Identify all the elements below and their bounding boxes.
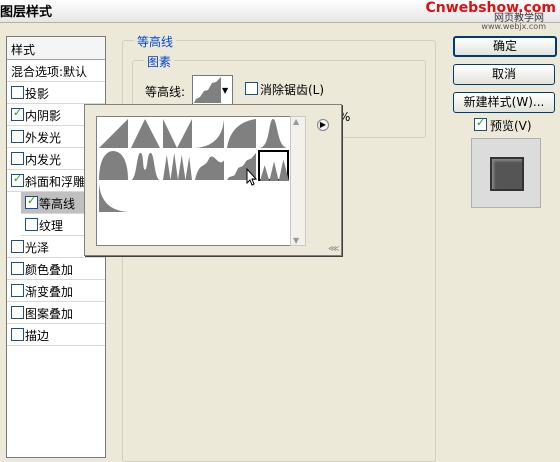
contour-preset-ring-double[interactable]: [162, 150, 193, 181]
style-checkbox[interactable]: [11, 172, 24, 187]
style-checkbox[interactable]: [11, 262, 24, 275]
contour-preset-half-round[interactable]: [98, 150, 129, 181]
style-list-item[interactable]: 投影: [7, 82, 105, 104]
style-list-item[interactable]: 描边: [7, 324, 105, 346]
style-list-item[interactable]: 渐变叠加: [7, 280, 105, 302]
contour-preset-cove-deep[interactable]: [194, 118, 225, 149]
contour-preset-ring[interactable]: [130, 150, 161, 181]
contour-cone-icon: [131, 119, 160, 148]
contour-preset-grid: [96, 116, 292, 246]
style-list-item[interactable]: 颜色叠加: [7, 258, 105, 280]
preview-checkbox[interactable]: [474, 116, 487, 131]
contour-preset-gaussian[interactable]: [258, 118, 289, 149]
style-list-item[interactable]: 混合选项:默认: [7, 60, 105, 82]
contour-preset-sawtooth[interactable]: [258, 150, 289, 181]
preset-scrollbar[interactable]: ▲ ▼: [290, 116, 306, 246]
title-bar: 图层样式 Cnwebshow.com: [0, 0, 560, 23]
style-list-item-label: 等高线: [39, 197, 76, 211]
style-list-item-label: 内阴影: [25, 109, 62, 123]
cancel-button[interactable]: 取消: [453, 64, 555, 85]
contour-preset-cone[interactable]: [130, 118, 161, 149]
contour-ring-double-icon: [163, 152, 192, 180]
style-checkbox[interactable]: [11, 240, 24, 253]
contour-ring-icon: [131, 152, 160, 180]
contour-cove-shallow-icon: [227, 119, 256, 148]
contour-cove-deep-icon: [195, 119, 224, 148]
resize-grip-icon[interactable]: ⋘: [328, 244, 339, 253]
style-list-item-label: 描边: [25, 329, 50, 343]
style-checkbox[interactable]: [11, 130, 24, 143]
style-list-item-label: 混合选项:默认: [11, 65, 88, 79]
style-list-item-label: 颜色叠加: [25, 263, 74, 277]
new-style-button[interactable]: 新建样式(W)...: [453, 92, 555, 113]
contour-preset-cone-inverted[interactable]: [162, 118, 193, 149]
contour-rolling-slope-icon: [195, 156, 224, 180]
contour-preset-rolling-slope[interactable]: [194, 150, 225, 181]
style-checkbox[interactable]: [11, 86, 24, 99]
style-list-item-label: 斜面和浮雕: [25, 175, 86, 189]
style-checkbox[interactable]: [11, 328, 24, 341]
contour-preset-cove-inverted[interactable]: [98, 182, 129, 213]
contour-preset-linear[interactable]: [98, 118, 129, 149]
scroll-up-icon[interactable]: ▲: [293, 117, 299, 126]
style-list-item-label: 外发光: [25, 131, 62, 145]
elements-subgroup-title: 图素: [144, 53, 175, 70]
contour-cone-inverted-icon: [163, 119, 192, 148]
ok-button[interactable]: 确定: [453, 36, 557, 57]
window-title: 图层样式: [0, 5, 53, 20]
popup-menu-arrow-icon[interactable]: ▶: [317, 119, 329, 131]
scroll-down-icon[interactable]: ▼: [293, 236, 299, 245]
contour-half-round-icon: [99, 151, 128, 180]
contour-label: 等高线:: [145, 85, 186, 99]
style-list-item-label: 图案叠加: [25, 307, 74, 321]
contour-cove-inverted-icon: [99, 183, 128, 212]
style-list-item-label: 光泽: [25, 241, 50, 255]
style-checkbox[interactable]: [11, 284, 24, 297]
contour-gaussian-icon: [259, 119, 288, 148]
style-checkbox[interactable]: [11, 152, 24, 165]
style-list-item[interactable]: 图案叠加: [7, 302, 105, 324]
style-list-item-label: 投影: [25, 87, 50, 101]
contour-preset-cove-shallow[interactable]: [226, 118, 257, 149]
contour-linear-icon: [99, 119, 128, 148]
anti-alias-label: 消除锯齿(L): [260, 83, 325, 97]
style-list-item-label: 渐变叠加: [25, 285, 74, 299]
current-contour-icon: [194, 77, 221, 103]
style-list-item-label: 内发光: [25, 153, 62, 167]
style-checkbox[interactable]: [11, 106, 24, 121]
style-preview-thumbnail: [471, 138, 541, 208]
style-checkbox[interactable]: [25, 218, 38, 231]
style-list-header: 样式: [7, 37, 105, 60]
watermark-url: www.webjx.com: [481, 22, 546, 31]
anti-alias-checkbox[interactable]: [245, 82, 258, 95]
contour-group-title: 等高线: [134, 33, 177, 50]
style-checkbox[interactable]: [25, 194, 38, 209]
contour-picker[interactable]: ▼: [192, 75, 233, 105]
contour-sawtooth-icon: [260, 159, 289, 181]
chevron-down-icon[interactable]: ▼: [222, 86, 228, 95]
style-list-item-label: 纹理: [39, 219, 64, 233]
preview-label: 预览(V): [490, 119, 532, 133]
mouse-cursor-icon: [246, 168, 258, 186]
style-checkbox[interactable]: [11, 306, 24, 319]
